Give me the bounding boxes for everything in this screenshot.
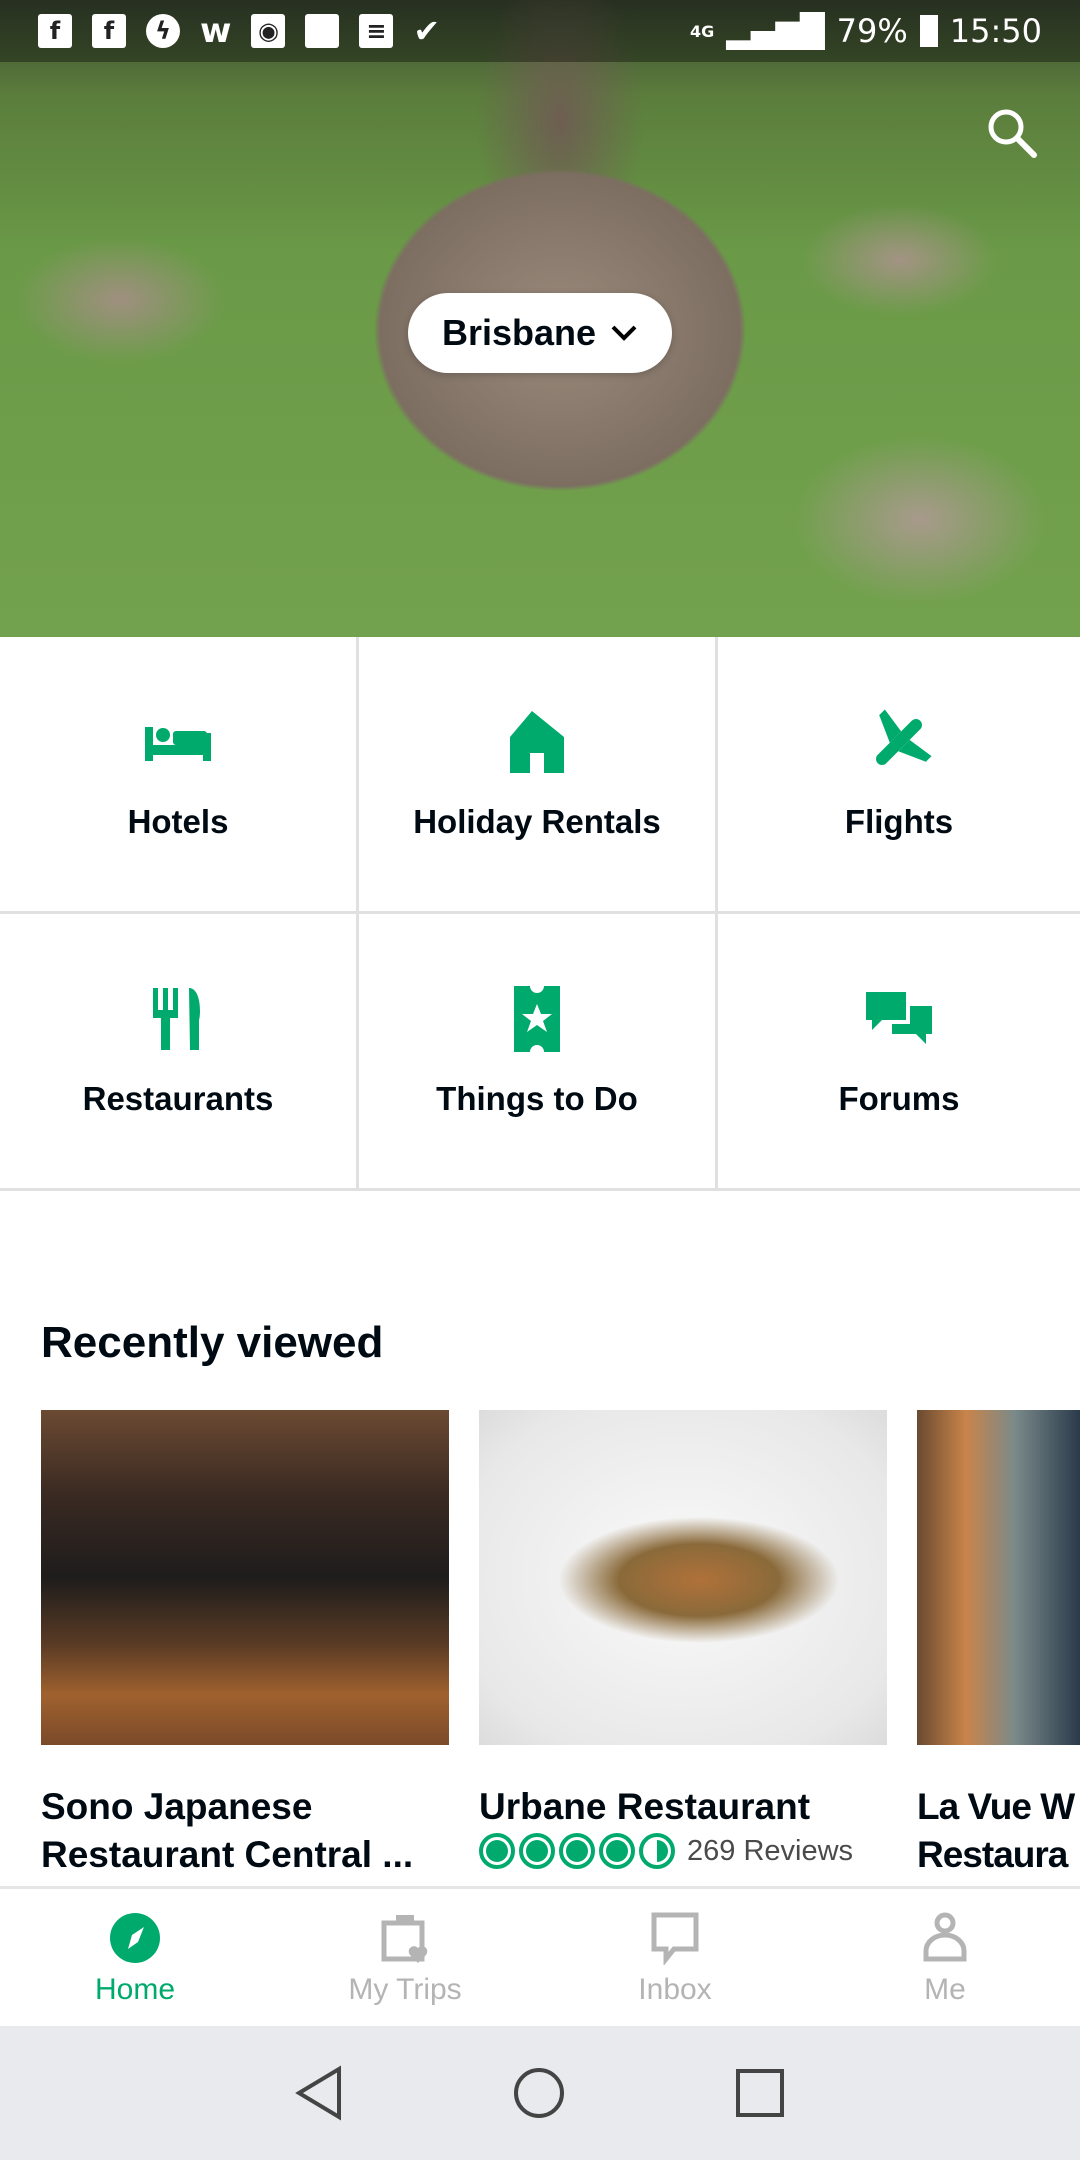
recently-viewed-list: Sono Japanese Restaurant Central ... Urb… [41, 1410, 1080, 1879]
category-flights[interactable]: Flights [718, 637, 1080, 914]
rating-bubble-full [559, 1833, 595, 1869]
bubble-rating: 269 Reviews [479, 1833, 887, 1869]
recents-square-icon[interactable] [734, 2067, 786, 2119]
message-icon: ≡ [359, 14, 394, 48]
facebook-icon: f [92, 14, 126, 48]
restaurant-photo [41, 1410, 449, 1745]
recent-card[interactable]: La Vue W Restaura [917, 1410, 1080, 1879]
person-icon [923, 1912, 967, 1962]
status-bar: f f ϟ w ◉ ≡ ✔ 4G ▂▄▆█ 79% 15:50 [0, 0, 1080, 62]
nav-inbox[interactable]: Inbox [540, 1889, 810, 2026]
city-name: Brisbane [441, 312, 597, 353]
category-restaurants[interactable]: Restaurants [0, 914, 359, 1191]
compass-icon [110, 1913, 160, 1963]
nav-my-trips[interactable]: My Trips [270, 1889, 540, 2026]
rating-bubble-full [599, 1833, 635, 1869]
rating-bubble-full [479, 1833, 515, 1869]
category-grid: Hotels Holiday Rentals Flights Restauran… [0, 637, 1080, 1191]
rating-bubble-half [639, 1833, 675, 1869]
network-type: 4G [689, 21, 715, 41]
restaurant-photo [479, 1410, 887, 1745]
bed-icon [145, 727, 211, 761]
search-button[interactable] [984, 105, 1040, 161]
rating-bubble-full [519, 1833, 555, 1869]
wattpad-icon: w [200, 11, 232, 51]
battery-percent: 79% [836, 12, 908, 50]
fork-knife-icon [153, 988, 200, 1050]
category-holiday-rentals[interactable]: Holiday Rentals [359, 637, 718, 914]
chat-icon [866, 992, 932, 1044]
facebook-icon: f [38, 14, 72, 48]
blank-icon [305, 14, 340, 48]
category-hotels[interactable]: Hotels [0, 637, 359, 914]
clock: 15:50 [949, 12, 1042, 50]
restaurant-photo [917, 1410, 1080, 1745]
checkmark-icon: ✔ [413, 12, 441, 50]
signal-icon: ▂▄▆█ [726, 12, 825, 50]
home-circle-icon[interactable] [512, 2066, 566, 2120]
city-selector[interactable]: Brisbane [408, 293, 672, 373]
speech-bubble-icon [651, 1912, 699, 1965]
chevron-down-icon [611, 325, 637, 341]
review-count: 269 Reviews [687, 1834, 854, 1867]
category-forums[interactable]: Forums [718, 914, 1080, 1191]
category-things-to-do[interactable]: Things to Do [359, 914, 718, 1191]
nav-me[interactable]: Me [810, 1889, 1080, 2026]
wifi-hotspot-icon: ◉ [251, 14, 286, 48]
recent-card[interactable]: Urbane Restaurant 269 Reviews [479, 1410, 887, 1879]
messenger-icon: ϟ [146, 14, 180, 48]
bottom-nav: Home My Trips Inbox Me [0, 1886, 1080, 2026]
nav-home[interactable]: Home [0, 1889, 270, 2026]
plane-icon [876, 709, 932, 765]
system-nav-bar [0, 2026, 1080, 2160]
battery-icon [919, 15, 938, 47]
ticket-icon [514, 986, 560, 1052]
section-title: Recently viewed [41, 1318, 384, 1367]
suitcase-heart-icon [381, 1915, 428, 1963]
recent-card[interactable]: Sono Japanese Restaurant Central ... [41, 1410, 449, 1879]
search-icon [988, 109, 1037, 158]
house-icon [510, 711, 564, 773]
back-icon[interactable] [294, 2065, 344, 2121]
